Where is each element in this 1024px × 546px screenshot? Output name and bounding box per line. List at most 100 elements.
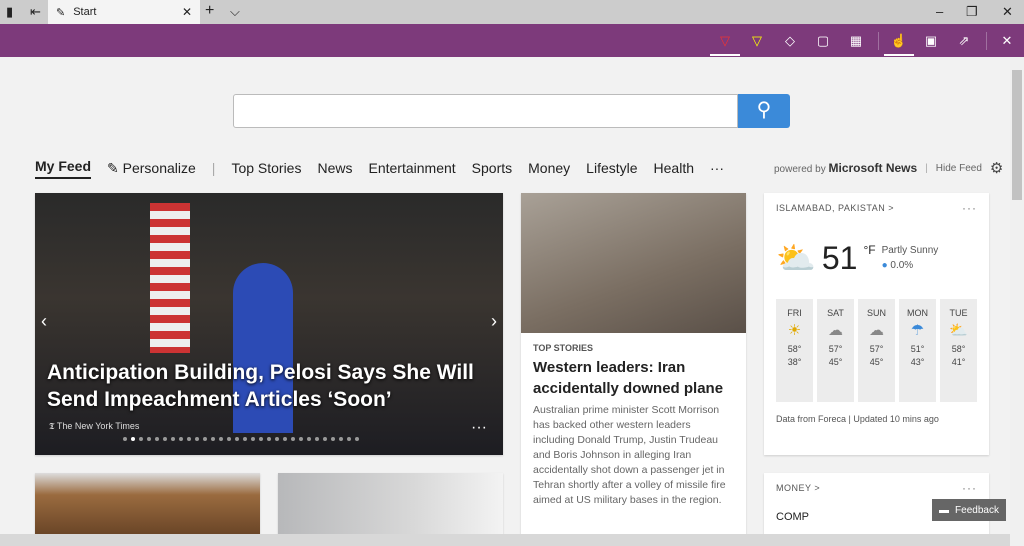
carousel-dot[interactable]: [227, 437, 231, 441]
weather-location[interactable]: ISLAMABAD, PAKISTAN >: [776, 203, 977, 213]
eraser-icon[interactable]: ◇: [781, 32, 799, 50]
add-note-icon[interactable]: ▢: [814, 32, 832, 50]
gear-icon[interactable]: ⚙: [990, 159, 1003, 177]
carousel-dot[interactable]: [299, 437, 303, 441]
powered-by: powered by Microsoft News | Hide Feed ⚙: [774, 159, 1004, 177]
new-tab-button[interactable]: +: [205, 2, 214, 20]
tab-my-feed[interactable]: My Feed: [35, 158, 92, 179]
more-button[interactable]: ···: [471, 419, 487, 437]
carousel-dot[interactable]: [347, 437, 351, 441]
tab-start[interactable]: ✎ Start ✕: [48, 0, 200, 24]
carousel-dot[interactable]: [331, 437, 335, 441]
tab-lifestyle[interactable]: Lifestyle: [586, 160, 637, 176]
money-title[interactable]: MONEY >: [776, 483, 977, 493]
ballpoint-pen-icon[interactable]: ▽: [710, 32, 740, 56]
story-card[interactable]: TOP STORIES Western leaders: Iran accide…: [521, 193, 746, 535]
carousel-dots: [123, 437, 359, 441]
carousel-dot[interactable]: [131, 437, 135, 441]
carousel-dot[interactable]: [267, 437, 271, 441]
story-body: Australian prime minister Scott Morrison…: [533, 404, 726, 506]
touch-writing-icon[interactable]: ☝: [884, 32, 914, 56]
raindrop-icon: ●: [881, 260, 888, 271]
search-icon: ⚲: [756, 99, 772, 121]
close-window-button[interactable]: ✕: [1002, 4, 1013, 20]
clip-icon[interactable]: ▦: [847, 32, 865, 50]
carousel-dot[interactable]: [171, 437, 175, 441]
carousel-dot[interactable]: [147, 437, 151, 441]
ink-toolbar: ▽ ▽ ◇ ▢ ▦ ☝ ▣ ⇗ ✕: [0, 24, 1024, 57]
carousel-dot[interactable]: [219, 437, 223, 441]
carousel-dot[interactable]: [259, 437, 263, 441]
divider: [878, 32, 879, 50]
carousel-dot[interactable]: [291, 437, 295, 441]
tab-list-button[interactable]: ⌵: [230, 4, 240, 20]
highlighter-icon[interactable]: ▽: [748, 32, 766, 50]
rain-icon: ☂: [910, 322, 925, 339]
tab-personalize[interactable]: ✎ Personalize: [107, 160, 196, 177]
prev-arrow-icon[interactable]: ‹: [41, 311, 47, 332]
precipitation: 0.0%: [890, 260, 914, 271]
story-category: TOP STORIES: [533, 343, 594, 353]
tab-news[interactable]: News: [317, 160, 352, 176]
story-headline[interactable]: Western leaders: Iran accidentally downe…: [533, 357, 734, 399]
forecast: FRI ☀ 58° 38° SAT ☁ 57° 45° SUN ☁ 57° 45° MON ☂ 51°…: [776, 299, 977, 402]
carousel-dot[interactable]: [339, 437, 343, 441]
horizontal-scrollbar[interactable]: [0, 534, 1010, 546]
pencil-icon: ✎: [107, 159, 123, 176]
tab-entertainment[interactable]: Entertainment: [369, 160, 456, 176]
carousel-dot[interactable]: [155, 437, 159, 441]
weather-footer: Data from Foreca | Updated 10 mins ago: [776, 414, 939, 424]
close-icon[interactable]: ✕: [998, 32, 1016, 50]
carousel-dot[interactable]: [307, 437, 311, 441]
search-input[interactable]: [233, 94, 738, 128]
tab-close-button[interactable]: ✕: [182, 5, 192, 19]
carousel-dot[interactable]: [315, 437, 319, 441]
carousel-dot[interactable]: [275, 437, 279, 441]
carousel-dot[interactable]: [283, 437, 287, 441]
tab-top-stories[interactable]: Top Stories: [231, 160, 301, 176]
carousel-dot[interactable]: [163, 437, 167, 441]
carousel-dot[interactable]: [243, 437, 247, 441]
carousel-dot[interactable]: [139, 437, 143, 441]
temp-unit[interactable]: °F: [863, 243, 875, 257]
hero-title[interactable]: Anticipation Building, Pelosi Says She W…: [47, 359, 487, 413]
comment-icon: ▬: [939, 504, 950, 516]
carousel-dot[interactable]: [195, 437, 199, 441]
sun-icon: ☀: [787, 322, 802, 339]
carousel-dot[interactable]: [179, 437, 183, 441]
tab-health[interactable]: Health: [654, 160, 694, 176]
tab-actions-icon[interactable]: ▮: [6, 4, 13, 20]
forecast-day[interactable]: MON ☂ 51° 43°: [899, 299, 936, 402]
tab-sports[interactable]: Sports: [472, 160, 512, 176]
restore-button[interactable]: ❐: [966, 4, 978, 20]
story-image: [521, 193, 746, 333]
minimize-button[interactable]: –: [936, 4, 943, 19]
tab-money[interactable]: Money: [528, 160, 570, 176]
scroll-thumb[interactable]: [1012, 70, 1022, 200]
carousel-dot[interactable]: [187, 437, 191, 441]
share-icon[interactable]: ⇗: [955, 32, 973, 50]
hero-carousel[interactable]: ‹ › Anticipation Building, Pelosi Says S…: [35, 193, 503, 455]
forecast-day[interactable]: FRI ☀ 58° 38°: [776, 299, 813, 402]
more-tabs-button[interactable]: ···: [710, 160, 724, 176]
feedback-button[interactable]: ▬ Feedback: [932, 499, 1006, 521]
forecast-day[interactable]: TUE ⛅ 58° 41°: [940, 299, 977, 402]
carousel-dot[interactable]: [355, 437, 359, 441]
more-button[interactable]: ···: [962, 481, 977, 495]
search-button[interactable]: ⚲: [738, 94, 790, 128]
carousel-dot[interactable]: [203, 437, 207, 441]
cloud-icon: ☁: [828, 322, 843, 339]
carousel-dot[interactable]: [251, 437, 255, 441]
hide-feed-link[interactable]: Hide Feed: [936, 163, 982, 174]
carousel-dot[interactable]: [323, 437, 327, 441]
carousel-dot[interactable]: [235, 437, 239, 441]
forecast-day[interactable]: SUN ☁ 57° 45°: [858, 299, 895, 402]
divider: |: [211, 160, 216, 176]
forecast-day[interactable]: SAT ☁ 57° 45°: [817, 299, 854, 402]
carousel-dot[interactable]: [123, 437, 127, 441]
more-button[interactable]: ···: [962, 201, 977, 215]
next-arrow-icon[interactable]: ›: [491, 311, 497, 332]
carousel-dot[interactable]: [211, 437, 215, 441]
set-aside-tabs-icon[interactable]: ⇤: [30, 4, 41, 20]
save-icon[interactable]: ▣: [922, 32, 940, 50]
